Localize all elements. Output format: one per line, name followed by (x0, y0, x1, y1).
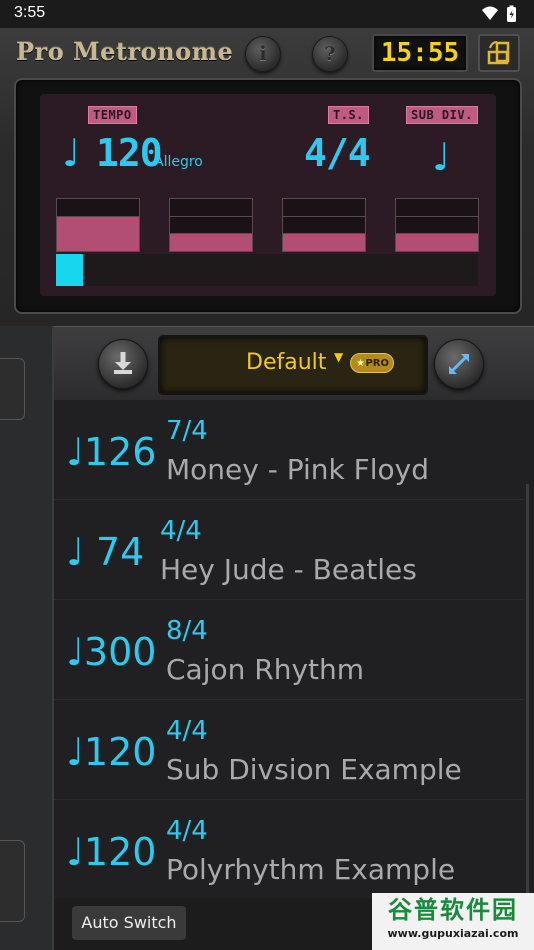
metronome-header: Pro Metronome i ? 15:55 TEMPO T.S. SUB D… (0, 28, 534, 326)
display-frame: TEMPO T.S. SUB DIV. ♩ 120 Allegro 4/4 ♩ (14, 78, 522, 314)
side-tab-bottom[interactable] (0, 840, 25, 922)
list-item[interactable]: ♩300 8/4 Cajon Rhythm (54, 600, 524, 700)
beat-level (170, 233, 252, 251)
status-time: 3:55 (14, 4, 46, 21)
preset-toolbar: Default ▼ ★ PRO (54, 326, 534, 401)
preset-selector[interactable]: Default ▼ ★ PRO (158, 335, 428, 395)
beat-progress-fill (56, 254, 84, 286)
tempo-name: Allegro (154, 154, 203, 170)
preset-list: ♩126 7/4 Money - Pink Floyd ♩ 74 4/4 Hey… (54, 400, 534, 900)
caret-down-icon: ▼ (334, 350, 344, 364)
status-bar: 3:55 (0, 0, 534, 28)
tempo-tag: TEMPO (88, 106, 137, 124)
preset-tempo: ♩126 (66, 430, 157, 474)
preset-name: Polyrhythm Example (166, 853, 456, 886)
beat-indicator[interactable] (56, 198, 140, 252)
lcd-display: TEMPO T.S. SUB DIV. ♩ 120 Allegro 4/4 ♩ (40, 94, 496, 296)
clock-display: 15:55 (372, 34, 468, 72)
time-signature-value[interactable]: 4/4 (304, 134, 371, 172)
watermark-url: www.gupuxiazai.com (387, 927, 519, 940)
quarter-note-icon[interactable]: ♩ (62, 134, 80, 172)
preset-tempo: ♩300 (66, 630, 157, 674)
auto-switch-button[interactable]: Auto Switch (72, 906, 186, 940)
preset-name: Sub Divsion Example (166, 753, 462, 786)
preset-name: Cajon Rhythm (166, 653, 365, 686)
beat-indicator[interactable] (169, 198, 253, 252)
star-icon: ★ (356, 358, 365, 369)
list-item[interactable]: ♩120 4/4 Sub Divsion Example (54, 700, 524, 800)
help-button[interactable]: ? (312, 36, 348, 72)
side-tab-top[interactable] (0, 358, 25, 420)
expand-button[interactable] (434, 339, 484, 389)
site-watermark: 谷普软件园 www.gupuxiazai.com (372, 893, 534, 950)
preset-tempo: ♩120 (66, 730, 157, 774)
import-button[interactable] (98, 339, 148, 389)
expand-icon (448, 353, 470, 375)
list-item[interactable]: ♩ 74 4/4 Hey Jude - Beatles (54, 500, 524, 600)
preset-tempo: ♩ 74 (66, 530, 145, 574)
pro-badge-label: PRO (365, 358, 389, 369)
list-item[interactable]: ♩126 7/4 Money - Pink Floyd (54, 400, 524, 500)
wifi-battery-icon (482, 5, 516, 22)
list-scrollbar[interactable] (526, 484, 529, 894)
preset-signature: 4/4 (160, 516, 202, 546)
subdivision-tag: SUB DIV. (406, 106, 478, 124)
pro-badge: ★ PRO (350, 353, 394, 373)
preset-signature: 4/4 (166, 816, 208, 846)
preset-signature: 7/4 (166, 416, 208, 446)
beat-level (57, 216, 139, 251)
preset-signature: 8/4 (166, 616, 208, 646)
subdivision-note-icon[interactable]: ♩ (432, 138, 450, 176)
app-title: Pro Metronome (16, 37, 234, 66)
preset-tempo: ♩120 (66, 830, 157, 874)
rotate-button[interactable] (478, 34, 520, 72)
preset-signature: 4/4 (166, 716, 208, 746)
side-strip (0, 326, 54, 950)
preset-name: Hey Jude - Beatles (160, 553, 417, 586)
preset-label: Default (246, 350, 327, 375)
tempo-value[interactable]: 120 (96, 134, 163, 172)
beat-indicator[interactable] (395, 198, 479, 252)
beat-indicator[interactable] (282, 198, 366, 252)
download-icon (114, 352, 132, 374)
beat-level (283, 233, 365, 251)
watermark-name: 谷普软件园 (388, 896, 518, 924)
time-signature-tag: T.S. (328, 106, 369, 124)
preset-name: Money - Pink Floyd (166, 453, 430, 486)
list-item[interactable]: ♩120 4/4 Polyrhythm Example (54, 800, 524, 900)
beat-progress-bar (56, 254, 478, 286)
beat-level (396, 233, 478, 251)
rotate-icon (487, 41, 510, 65)
info-button[interactable]: i (245, 36, 281, 72)
